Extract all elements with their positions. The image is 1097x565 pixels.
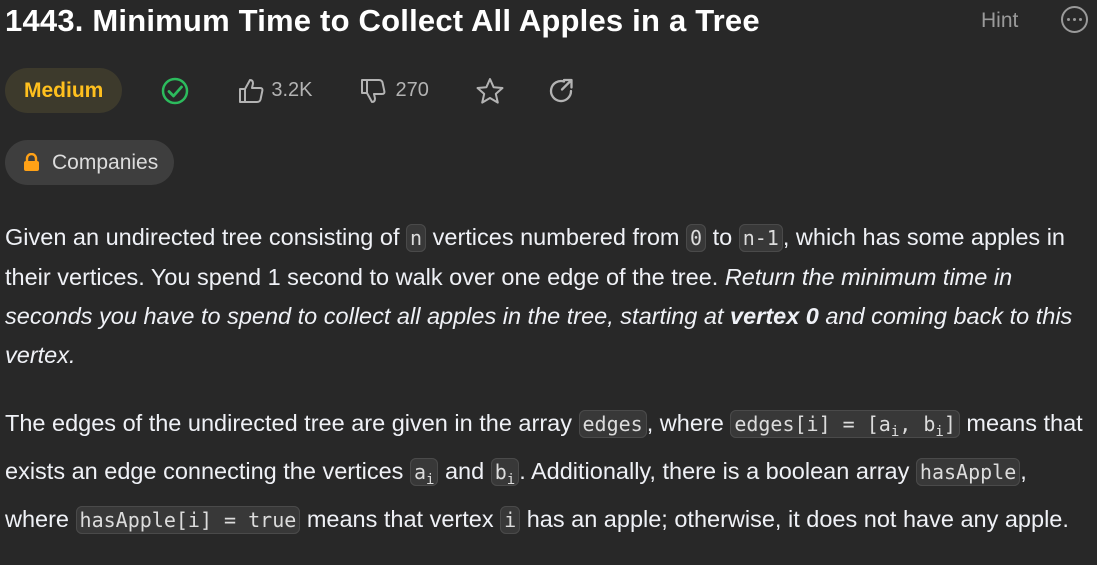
text: The edges of the undirected tree are giv… — [5, 410, 579, 436]
inline-code: hasApple — [915, 458, 1021, 486]
text: , where — [646, 410, 731, 436]
dislikes-count: 270 — [395, 79, 429, 101]
subscript: i — [426, 472, 435, 488]
companies-button[interactable]: Companies — [5, 140, 175, 185]
text: and — [438, 458, 491, 484]
inline-code: 0 — [686, 224, 707, 252]
inline-code: n — [406, 224, 427, 252]
inline-code: bi — [490, 458, 520, 488]
like-button[interactable]: 3.2K — [237, 77, 313, 105]
text: means that vertex — [300, 506, 501, 532]
companies-label: Companies — [52, 150, 159, 174]
text: . Additionally, there is a boolean array — [519, 458, 916, 484]
text: , b — [899, 412, 936, 436]
strong-text: vertex 0 — [730, 303, 819, 329]
inline-code: edges — [578, 410, 647, 438]
description-paragraph-2: The edges of the undirected tree are giv… — [5, 404, 1095, 540]
description-paragraph-1: Given an undirected tree consisting of n… — [5, 218, 1095, 375]
text: a — [413, 460, 427, 484]
check-circle-icon — [160, 76, 190, 106]
subscript: i — [506, 472, 516, 488]
share-icon[interactable] — [547, 76, 577, 106]
text: vertices numbered from — [426, 224, 686, 250]
hint-button[interactable]: Hint — [981, 9, 1018, 33]
lock-icon — [24, 153, 39, 171]
problem-title: 1443. Minimum Time to Collect All Apples… — [5, 3, 760, 38]
text: has an apple; otherwise, it does not hav… — [520, 506, 1069, 532]
difficulty-badge: Medium — [5, 68, 123, 113]
inline-code: hasApple[i] = true — [75, 506, 301, 534]
dislike-button[interactable]: 270 — [359, 77, 429, 105]
likes-count: 3.2K — [271, 79, 313, 101]
text: ] — [943, 412, 956, 436]
inline-code: i — [500, 506, 521, 534]
text: b — [494, 460, 507, 484]
more-icon[interactable] — [1061, 6, 1088, 33]
text: edges[i] = [a — [734, 412, 891, 436]
inline-code: n-1 — [738, 224, 783, 252]
problem-meta-row: Medium 3.2K 270 — [5, 68, 577, 113]
star-icon[interactable] — [474, 76, 506, 106]
inline-code: ai — [409, 458, 439, 488]
inline-code: edges[i] = [ai, bi] — [730, 410, 960, 440]
subscript: i — [935, 424, 944, 440]
thumbs-up-icon — [237, 77, 265, 105]
text: Given an undirected tree consisting of — [5, 224, 407, 250]
thumbs-down-icon — [359, 77, 387, 105]
text: to — [706, 224, 739, 250]
